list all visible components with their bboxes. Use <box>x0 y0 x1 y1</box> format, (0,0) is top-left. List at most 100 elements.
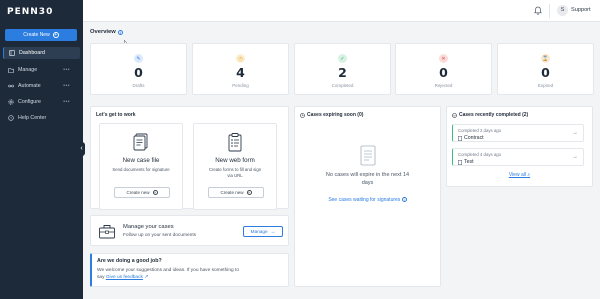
sidebar-item-automate[interactable]: Automate ••• <box>3 80 80 92</box>
stat-card-rejected[interactable]: ✕ 0 Rejected <box>395 43 492 95</box>
svg-text:?: ? <box>10 116 12 120</box>
collapse-sidebar-button[interactable]: ‹ <box>78 142 85 156</box>
file-icon <box>458 159 462 165</box>
sidebar-item-label: Dashboard <box>19 50 45 56</box>
new-web-form-card[interactable]: New web form Create forms to fill and si… <box>193 123 277 210</box>
manage-button[interactable]: Manage → <box>243 226 283 237</box>
empty-state-line: No cases will expire in the next 14 <box>325 172 410 178</box>
case-name-row: Contract <box>458 135 484 141</box>
case-name: Test <box>464 159 474 165</box>
more-options-icon[interactable]: ••• <box>63 99 70 105</box>
pencil-icon: ✎ <box>134 54 143 63</box>
sidebar-item-help-center[interactable]: ? Help Center <box>3 112 80 124</box>
stat-card-completed[interactable]: ✓ 2 Completed <box>294 43 391 95</box>
completed-timestamp: Completed 2 days ago <box>458 128 501 133</box>
automate-icon <box>8 84 14 88</box>
manage-cases-panel: Manage your cases Follow up on your sent… <box>90 215 289 246</box>
topbar-divider <box>549 4 550 18</box>
avatar[interactable]: S <box>557 5 568 16</box>
document-icon <box>133 133 148 151</box>
stat-label: Expired <box>537 83 554 88</box>
new-case-file-card[interactable]: New case file Send documents for signatu… <box>99 123 183 210</box>
stat-card-pending[interactable]: ◷ 4 Pending <box>192 43 289 95</box>
create-new-button[interactable]: Create New + <box>5 29 77 41</box>
stat-label: Pending <box>232 83 249 88</box>
x-icon: ✕ <box>439 54 448 63</box>
card-description: Send documents for signature <box>112 167 170 172</box>
give-feedback-link[interactable]: Give us feedback <box>106 275 143 280</box>
sidebar-item-configure[interactable]: Configure ••• <box>3 96 80 108</box>
clock-icon <box>300 112 305 118</box>
manage-title: Manage your cases <box>123 224 174 230</box>
file-icon <box>458 135 462 141</box>
expiring-cases-panel: Cases expiring soon (0) No cases will ex… <box>294 106 441 287</box>
case-name-row: Test <box>458 159 474 165</box>
stat-label: Completed <box>331 83 354 88</box>
card-title: New web form <box>215 157 255 164</box>
feedback-title: Are we doing a good job? <box>97 258 162 264</box>
more-options-icon[interactable]: ••• <box>63 67 70 73</box>
page-title: Overview <box>90 29 116 35</box>
card-description: Create forms to fill and sign via URL <box>200 167 270 178</box>
stat-value: 0 <box>134 65 143 80</box>
case-name: Contract <box>464 135 484 141</box>
info-icon[interactable]: i <box>117 29 123 35</box>
button-label: Manage <box>250 229 268 234</box>
sidebar: PENN30 Create New + Dashboard Manage •••… <box>0 0 83 299</box>
sidebar-item-dashboard[interactable]: Dashboard <box>3 47 80 59</box>
stat-value: 4 <box>236 65 245 80</box>
create-web-form-button[interactable]: Create new + <box>208 187 264 198</box>
section-title-row: Cases recently completed (2) <box>452 112 528 118</box>
link-label: See cases waiting for signatures <box>328 197 401 203</box>
stat-card-drafts[interactable]: ✎ 0 Drafts <box>90 43 187 95</box>
help-icon: ? <box>8 115 14 121</box>
check-circle-icon <box>452 112 457 118</box>
external-link-icon: ↗ <box>144 275 149 280</box>
sidebar-item-manage[interactable]: Manage ••• <box>3 64 80 76</box>
arrow-right-icon: → <box>270 229 276 234</box>
section-title-row: Cases expiring soon (0) <box>300 112 363 118</box>
create-new-label: Create New <box>23 32 50 38</box>
completed-timestamp: Completed 4 days ago <box>458 152 501 157</box>
check-icon: ✓ <box>338 54 347 63</box>
empty-state-text: No cases will expire in the next 14 days <box>295 171 440 187</box>
support-link[interactable]: Support <box>571 7 591 13</box>
sidebar-item-label: Help Center <box>18 115 47 121</box>
get-to-work-panel: Let's get to work New case file Send doc… <box>90 106 289 210</box>
more-options-icon[interactable]: ••• <box>63 83 70 89</box>
folder-icon <box>8 68 14 73</box>
feedback-prefix: say <box>97 275 105 280</box>
hourglass-icon: ⌛ <box>541 54 550 63</box>
sidebar-item-label: Automate <box>18 83 41 89</box>
stat-label: Rejected <box>434 83 453 88</box>
plus-circle-icon: + <box>152 190 158 195</box>
empty-document-icon <box>360 145 376 166</box>
gear-icon <box>8 99 14 105</box>
info-icon: i <box>401 197 407 202</box>
clock-icon: ◷ <box>236 54 245 63</box>
card-title: New case file <box>122 157 160 164</box>
plus-circle-icon: + <box>52 32 59 38</box>
stat-value: 0 <box>541 65 550 80</box>
completed-case-item[interactable]: Completed 2 days ago Contract → <box>452 124 584 142</box>
app-logo[interactable]: PENN30 <box>7 7 53 17</box>
plus-circle-icon: + <box>246 190 252 195</box>
stat-card-expired[interactable]: ⌛ 0 Expired <box>497 43 594 95</box>
topbar: S Support <box>83 0 600 22</box>
create-case-file-button[interactable]: Create new + <box>114 187 170 198</box>
bell-icon[interactable] <box>534 6 542 15</box>
view-all-link[interactable]: View all ⌕ <box>447 172 592 178</box>
card-description-line: via URL <box>227 172 243 178</box>
feedback-line: We welcome your suggestions and ideas. I… <box>97 268 240 273</box>
section-title: Let's get to work <box>96 112 136 118</box>
clipboard-icon <box>228 133 242 152</box>
overview-heading: Overview i <box>90 29 123 35</box>
button-label: Create new <box>126 190 150 195</box>
see-waiting-cases-link[interactable]: See cases waiting for signatures i <box>295 197 440 203</box>
button-label: Create new <box>220 190 244 195</box>
completed-case-item[interactable]: Completed 4 days ago Test → <box>452 148 584 166</box>
toolbox-icon <box>99 225 115 239</box>
stat-value: 0 <box>439 65 448 80</box>
arrow-right-icon: → <box>572 130 578 136</box>
recent-completed-panel: Cases recently completed (2) Completed 2… <box>446 106 593 187</box>
